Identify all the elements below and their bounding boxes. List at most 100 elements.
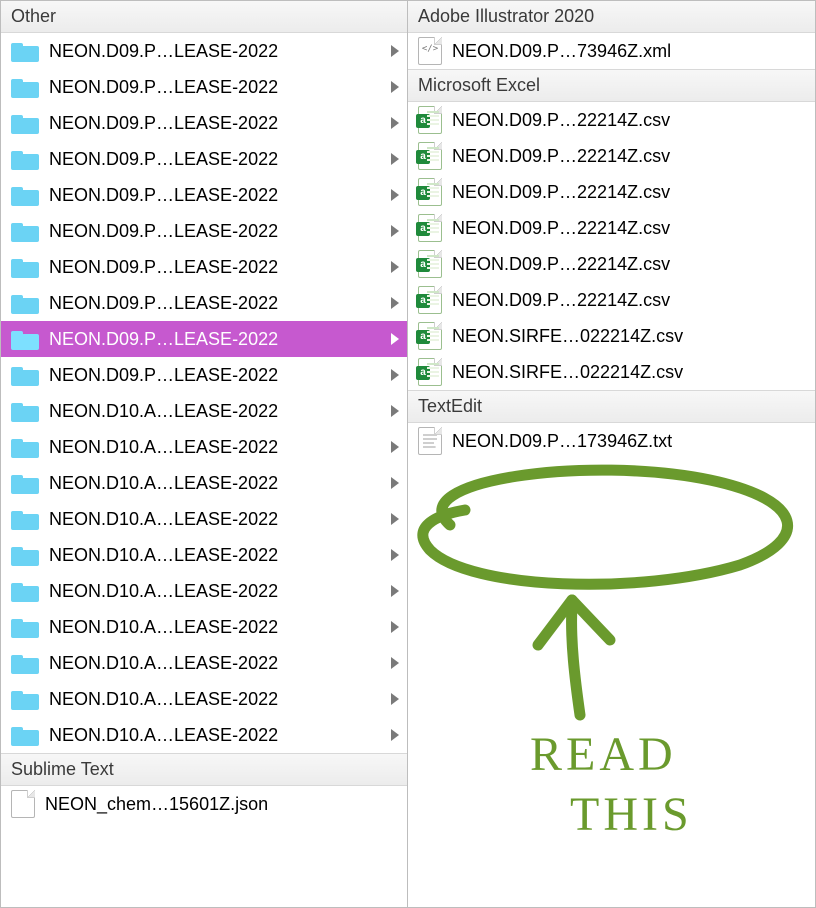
item-label: NEON.D09.P…22214Z.csv — [452, 218, 809, 239]
folder-icon — [11, 436, 39, 458]
folder-icon — [11, 220, 39, 242]
folder-row[interactable]: NEON.D10.A…LEASE-2022 — [1, 609, 407, 645]
item-label: NEON.D09.P…LEASE-2022 — [49, 221, 381, 242]
chevron-right-icon — [391, 513, 399, 525]
csv-file-icon — [418, 142, 442, 170]
chevron-right-icon — [391, 441, 399, 453]
folder-row[interactable]: NEON.D10.A…LEASE-2022 — [1, 465, 407, 501]
chevron-right-icon — [391, 405, 399, 417]
folder-icon — [11, 544, 39, 566]
folder-row[interactable]: NEON.D09.P…LEASE-2022 — [1, 321, 407, 357]
chevron-right-icon — [391, 657, 399, 669]
chevron-right-icon — [391, 333, 399, 345]
item-label: NEON.D09.P…22214Z.csv — [452, 290, 809, 311]
csv-file-icon — [418, 358, 442, 386]
item-label: NEON.D09.P…LEASE-2022 — [49, 113, 381, 134]
csv-file-icon — [418, 178, 442, 206]
file-row[interactable]: NEON.D09.P…22214Z.csv — [408, 102, 815, 138]
item-label: NEON.SIRFE…022214Z.csv — [452, 326, 809, 347]
item-label: NEON.D09.P…22214Z.csv — [452, 182, 809, 203]
folder-icon — [11, 184, 39, 206]
chevron-right-icon — [391, 81, 399, 93]
folder-row[interactable]: NEON.D09.P…LEASE-2022 — [1, 357, 407, 393]
folder-row[interactable]: NEON.D10.A…LEASE-2022 — [1, 501, 407, 537]
item-label: NEON.D09.P…173946Z.txt — [452, 431, 809, 452]
chevron-right-icon — [391, 189, 399, 201]
folder-icon — [11, 688, 39, 710]
file-row[interactable]: NEON.SIRFE…022214Z.csv — [408, 318, 815, 354]
json-file-icon — [11, 790, 35, 818]
item-label: NEON_chem…15601Z.json — [45, 794, 401, 815]
section-header: Sublime Text — [1, 753, 407, 786]
folder-icon — [11, 256, 39, 278]
folder-row[interactable]: NEON.D09.P…LEASE-2022 — [1, 33, 407, 69]
folder-icon — [11, 580, 39, 602]
folder-icon — [11, 400, 39, 422]
section-body: NEON.D09.P…LEASE-2022NEON.D09.P…LEASE-20… — [1, 33, 407, 753]
folder-row[interactable]: NEON.D10.A…LEASE-2022 — [1, 717, 407, 753]
item-label: NEON.D09.P…22214Z.csv — [452, 110, 809, 131]
folder-row[interactable]: NEON.D10.A…LEASE-2022 — [1, 429, 407, 465]
folder-row[interactable]: NEON.D10.A…LEASE-2022 — [1, 537, 407, 573]
item-label: NEON.SIRFE…022214Z.csv — [452, 362, 809, 383]
item-label: NEON.D10.A…LEASE-2022 — [49, 473, 381, 494]
column-left: OtherNEON.D09.P…LEASE-2022NEON.D09.P…LEA… — [1, 1, 408, 907]
folder-row[interactable]: NEON.D09.P…LEASE-2022 — [1, 105, 407, 141]
csv-file-icon — [418, 322, 442, 350]
folder-icon — [11, 508, 39, 530]
file-row[interactable]: NEON_chem…15601Z.json — [1, 786, 407, 822]
folder-row[interactable]: NEON.D09.P…LEASE-2022 — [1, 177, 407, 213]
folder-row[interactable]: NEON.D09.P…LEASE-2022 — [1, 249, 407, 285]
item-label: NEON.D10.A…LEASE-2022 — [49, 653, 381, 674]
file-row[interactable]: NEON.D09.P…22214Z.csv — [408, 210, 815, 246]
file-row[interactable]: NEON.SIRFE…022214Z.csv — [408, 354, 815, 390]
csv-file-icon — [418, 214, 442, 242]
file-row[interactable]: NEON.D09.P…173946Z.txt — [408, 423, 815, 459]
folder-row[interactable]: NEON.D09.P…LEASE-2022 — [1, 213, 407, 249]
item-label: NEON.D10.A…LEASE-2022 — [49, 509, 381, 530]
item-label: NEON.D09.P…LEASE-2022 — [49, 257, 381, 278]
chevron-right-icon — [391, 477, 399, 489]
folder-icon — [11, 112, 39, 134]
folder-row[interactable]: NEON.D09.P…LEASE-2022 — [1, 69, 407, 105]
folder-icon — [11, 364, 39, 386]
section-body: NEON_chem…15601Z.json — [1, 786, 407, 822]
item-label: NEON.D10.A…LEASE-2022 — [49, 725, 381, 746]
folder-icon — [11, 148, 39, 170]
folder-row[interactable]: NEON.D09.P…LEASE-2022 — [1, 285, 407, 321]
file-row[interactable]: NEON.D09.P…73946Z.xml — [408, 33, 815, 69]
folder-icon — [11, 724, 39, 746]
file-row[interactable]: NEON.D09.P…22214Z.csv — [408, 138, 815, 174]
file-row[interactable]: NEON.D09.P…22214Z.csv — [408, 174, 815, 210]
chevron-right-icon — [391, 45, 399, 57]
item-label: NEON.D10.A…LEASE-2022 — [49, 581, 381, 602]
folder-icon — [11, 328, 39, 350]
folder-row[interactable]: NEON.D10.A…LEASE-2022 — [1, 681, 407, 717]
chevron-right-icon — [391, 297, 399, 309]
csv-file-icon — [418, 286, 442, 314]
folder-row[interactable]: NEON.D10.A…LEASE-2022 — [1, 393, 407, 429]
folder-icon — [11, 76, 39, 98]
item-label: NEON.D10.A…LEASE-2022 — [49, 617, 381, 638]
item-label: NEON.D09.P…LEASE-2022 — [49, 41, 381, 62]
chevron-right-icon — [391, 117, 399, 129]
item-label: NEON.D09.P…LEASE-2022 — [49, 329, 381, 350]
folder-icon — [11, 472, 39, 494]
item-label: NEON.D09.P…22214Z.csv — [452, 254, 809, 275]
folder-icon — [11, 40, 39, 62]
xml-file-icon — [418, 37, 442, 65]
file-row[interactable]: NEON.D09.P…22214Z.csv — [408, 246, 815, 282]
section-body: NEON.D09.P…73946Z.xml — [408, 33, 815, 69]
item-label: NEON.D09.P…LEASE-2022 — [49, 293, 381, 314]
folder-row[interactable]: NEON.D10.A…LEASE-2022 — [1, 645, 407, 681]
folder-icon — [11, 652, 39, 674]
folder-row[interactable]: NEON.D10.A…LEASE-2022 — [1, 573, 407, 609]
chevron-right-icon — [391, 621, 399, 633]
folder-icon — [11, 616, 39, 638]
csv-file-icon — [418, 106, 442, 134]
section-body: NEON.D09.P…22214Z.csv NEON.D09.P…22214Z.c… — [408, 102, 815, 390]
folder-row[interactable]: NEON.D09.P…LEASE-2022 — [1, 141, 407, 177]
chevron-right-icon — [391, 369, 399, 381]
file-row[interactable]: NEON.D09.P…22214Z.csv — [408, 282, 815, 318]
item-label: NEON.D10.A…LEASE-2022 — [49, 689, 381, 710]
